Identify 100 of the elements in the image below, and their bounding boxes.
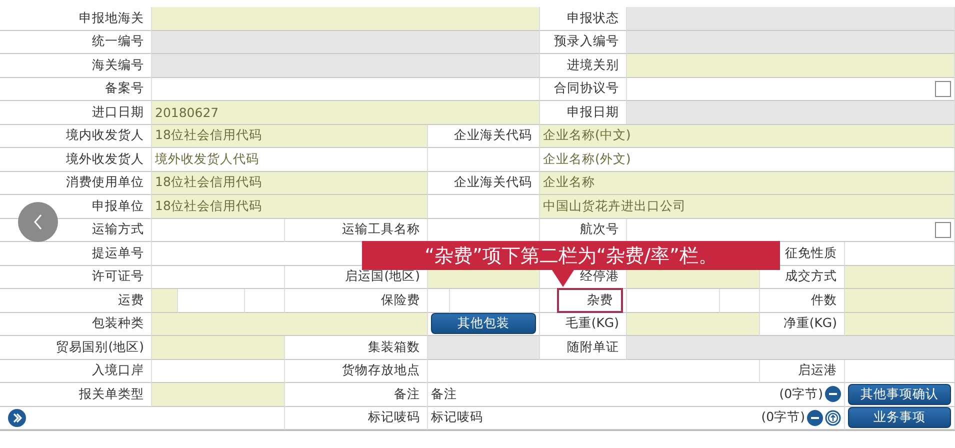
field-label: 申报地海关 xyxy=(78,8,145,27)
input-field[interactable] xyxy=(152,360,285,383)
field-label: 运输方式 xyxy=(91,220,145,238)
input-field[interactable]: 企业名称(外文) xyxy=(540,148,955,172)
checkbox[interactable] xyxy=(935,80,951,97)
field-label: 包装种类 xyxy=(91,314,145,332)
chevron-left-icon xyxy=(33,214,43,230)
input-field[interactable] xyxy=(428,289,450,312)
input-field[interactable] xyxy=(845,242,955,266)
field-label: 运输工具名称 xyxy=(341,220,421,238)
input-field[interactable]: 18位社会信用代码 xyxy=(152,195,428,218)
field-label: 备注 xyxy=(393,384,421,403)
minus-icon[interactable] xyxy=(807,410,823,426)
input-field[interactable] xyxy=(428,195,540,218)
field-label: 贸易国别(地区) xyxy=(55,338,145,356)
input-field[interactable] xyxy=(845,266,955,289)
field-label: 合同协议号 xyxy=(553,79,620,98)
input-field[interactable]: 企业名称 xyxy=(540,172,955,195)
up-arrow-icon[interactable] xyxy=(825,410,841,426)
field-label: 标记唛码 xyxy=(367,408,421,426)
input-field[interactable]: 18位社会信用代码 xyxy=(152,172,428,195)
input-field[interactable] xyxy=(627,101,955,124)
input-field[interactable] xyxy=(627,54,955,78)
input-field[interactable] xyxy=(627,289,720,312)
field-label: 经停港 xyxy=(579,267,620,286)
field-label: 备案号 xyxy=(104,79,145,98)
field-label: 件数 xyxy=(810,290,838,309)
checkbox[interactable] xyxy=(935,222,951,238)
field-label: 境外收发货人 xyxy=(65,150,145,168)
field-label: 进境关别 xyxy=(566,56,620,74)
field-label: 预录入编号 xyxy=(553,32,620,50)
note-field[interactable]: 标记唛码 (0字节) xyxy=(428,406,845,430)
field-label: 入境口岸 xyxy=(91,361,145,380)
byte-count: (0字节) xyxy=(779,386,823,403)
input-field[interactable] xyxy=(152,54,540,78)
field-label: 进口日期 xyxy=(91,102,145,121)
note-text: 标记唛码 xyxy=(431,409,483,426)
input-field[interactable] xyxy=(627,336,955,360)
input-field[interactable] xyxy=(152,218,285,242)
input-field[interactable] xyxy=(845,312,955,336)
input-field[interactable] xyxy=(152,266,285,289)
action-button[interactable]: 业务事项 xyxy=(848,407,951,428)
field-label: 境内收发货人 xyxy=(65,126,145,144)
input-field[interactable] xyxy=(627,312,760,336)
field-label: 成交方式 xyxy=(784,267,838,286)
input-field[interactable] xyxy=(627,78,955,101)
input-field[interactable] xyxy=(152,312,428,336)
input-field[interactable] xyxy=(152,383,285,406)
minus-icon[interactable] xyxy=(825,386,841,402)
input-field[interactable] xyxy=(152,289,178,312)
field-label: 企业海关代码 xyxy=(453,173,533,192)
note-field[interactable]: 备注 (0字节) xyxy=(428,383,845,406)
input-field[interactable] xyxy=(152,78,540,101)
input-field[interactable] xyxy=(428,360,760,383)
field-label: 随附单证 xyxy=(566,338,620,356)
input-field[interactable] xyxy=(720,289,760,312)
input-field[interactable] xyxy=(428,148,540,172)
field-label: 许可证号 xyxy=(91,267,145,286)
input-field[interactable] xyxy=(627,7,955,30)
field-label: 提运单号 xyxy=(91,244,145,262)
input-field[interactable] xyxy=(627,218,955,242)
input-field[interactable] xyxy=(845,289,955,312)
field-label: 集装箱数 xyxy=(367,338,421,356)
field-label: 启运港 xyxy=(797,361,838,380)
field-label: 海关编号 xyxy=(91,56,145,74)
field-label: 启运国(地区) xyxy=(344,267,421,286)
input-field[interactable]: 境外收发货人代码 xyxy=(152,148,428,172)
input-field[interactable]: 18位社会信用代码 xyxy=(152,124,428,148)
input-field[interactable] xyxy=(152,30,540,54)
field-label: 申报日期 xyxy=(566,102,620,121)
input-field[interactable] xyxy=(845,360,955,383)
field-label: 保险费 xyxy=(380,290,421,309)
action-button[interactable]: 其他事项确认 xyxy=(848,384,951,405)
field-label: 净重(KG) xyxy=(782,314,838,332)
action-button[interactable]: 其他包装 xyxy=(431,313,536,334)
field-label: 航次号 xyxy=(579,220,620,238)
input-field[interactable] xyxy=(152,7,540,30)
field-label: 消费使用单位 xyxy=(65,173,145,192)
input-field[interactable] xyxy=(245,289,285,312)
input-field[interactable] xyxy=(428,336,540,360)
input-field[interactable] xyxy=(428,218,540,242)
field-label: 运费 xyxy=(117,290,145,309)
field-label: 毛重(KG) xyxy=(564,314,620,332)
field-label: 报关单类型 xyxy=(78,384,145,403)
input-field[interactable] xyxy=(178,289,245,312)
input-field[interactable]: 企业名称(中文) xyxy=(540,124,955,148)
expand-icon[interactable] xyxy=(8,408,26,427)
note-text: 备注 xyxy=(431,386,457,403)
field-label: 申报单位 xyxy=(91,196,145,215)
input-field[interactable] xyxy=(627,30,955,54)
input-field[interactable] xyxy=(152,336,285,360)
field-label: 申报状态 xyxy=(566,8,620,27)
input-field[interactable]: 中国山货花卉进出口公司 xyxy=(540,195,955,218)
input-field[interactable] xyxy=(450,289,540,312)
field-label: 杂费 xyxy=(557,288,623,313)
field-label: 企业海关代码 xyxy=(453,126,533,144)
input-field[interactable]: 20180627 xyxy=(152,101,540,124)
field-label: 统一编号 xyxy=(91,32,145,50)
field-label: 货物存放地点 xyxy=(341,361,421,380)
byte-count: (0字节) xyxy=(761,409,805,426)
